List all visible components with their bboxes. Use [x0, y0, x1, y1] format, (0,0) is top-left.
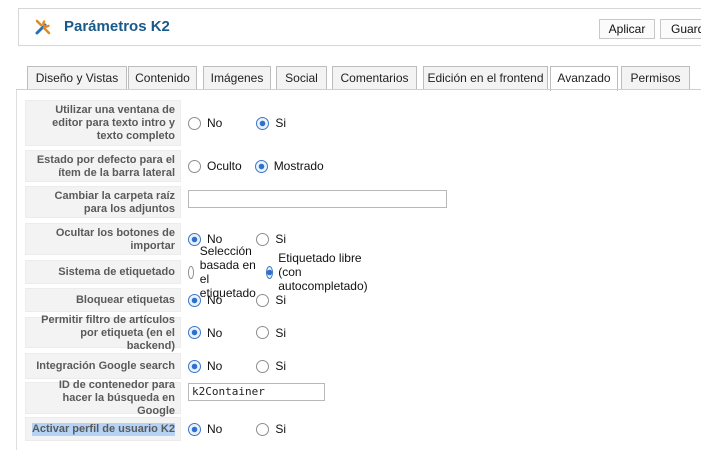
tab-edicion-frontend[interactable]: Edición en el frontend [423, 66, 548, 89]
radio-si[interactable] [256, 326, 270, 339]
option-si[interactable]: Si [256, 359, 286, 373]
setting-label: Integración Google search [25, 353, 181, 379]
setting-label: Estado por defecto para el ítem de la ba… [25, 150, 181, 182]
radio-free-tagging-selected[interactable] [266, 265, 274, 279]
tab-permisos[interactable]: Permisos [621, 66, 690, 89]
option-free-tagging[interactable]: Etiquetado libre (con autocompletado) [266, 251, 373, 293]
tab-contenido[interactable]: Contenido [128, 66, 197, 89]
option-no[interactable]: No [188, 116, 222, 130]
radio-group-editor-window: No Si [188, 100, 286, 146]
radio-si[interactable] [256, 422, 270, 436]
option-si[interactable]: Si [256, 293, 286, 307]
option-no[interactable]: No [188, 293, 222, 307]
toolbar-header: Parámetros K2 Aplicar Guard [18, 8, 701, 46]
setting-label: Ocultar los botones de importar [25, 223, 181, 255]
radio-no-selected[interactable] [188, 359, 201, 373]
google-container-input[interactable]: k2Container [188, 383, 325, 401]
radio-si-selected[interactable] [256, 116, 270, 130]
radio-no-selected[interactable] [188, 422, 201, 436]
setting-label: Permitir filtro de artículos por etiquet… [25, 314, 181, 352]
option-no[interactable]: No [188, 359, 222, 373]
radio-no-selected[interactable] [188, 293, 201, 307]
setting-label: Cambiar la carpeta raíz para los adjunto… [25, 186, 181, 218]
setting-label: Bloquear etiquetas [25, 288, 181, 312]
tools-icon [35, 19, 51, 35]
tab-avanzado[interactable]: Avanzado [550, 66, 618, 91]
radio-no-selected[interactable] [188, 326, 201, 339]
setting-label: ID de contenedor para hacer la búsqueda … [25, 379, 181, 417]
page-title: Parámetros K2 [64, 18, 170, 35]
option-oculto[interactable]: Oculto [188, 159, 242, 173]
option-no[interactable]: No [188, 422, 222, 436]
tab-comentarios[interactable]: Comentarios [332, 66, 417, 89]
apply-button[interactable]: Aplicar [599, 19, 655, 39]
radio-si[interactable] [256, 293, 270, 307]
attachments-folder-input[interactable] [188, 190, 447, 208]
radio-group-google-search: No Si [188, 353, 286, 379]
radio-group-tag-filter: No Si [188, 317, 286, 348]
option-si[interactable]: Si [256, 326, 286, 340]
option-no[interactable]: No [188, 326, 222, 340]
option-mostrado[interactable]: Mostrado [254, 159, 324, 173]
setting-label: Sistema de etiquetado [25, 260, 181, 284]
settings-panel: Utilizar una ventana de editor para text… [16, 90, 701, 450]
radio-si[interactable] [256, 359, 270, 373]
radio-group-sidebar-state: Oculto Mostrado [188, 150, 324, 182]
radio-no[interactable] [188, 116, 201, 130]
setting-label: Utilizar una ventana de editor para text… [25, 100, 181, 146]
radio-oculto[interactable] [188, 159, 201, 173]
tab-social[interactable]: Social [276, 66, 327, 89]
tab-imagenes[interactable]: Imágenes [203, 66, 271, 89]
radio-group-tagging-system: Selección basada en el etiquetado Etique… [188, 244, 373, 300]
tab-diseno-y-vistas[interactable]: Diseño y Vistas [27, 66, 127, 89]
option-si[interactable]: Si [256, 116, 286, 130]
radio-mostrado-selected[interactable] [254, 159, 268, 173]
radio-group-lock-tags: No Si [188, 288, 286, 312]
radio-tag-selection[interactable] [188, 265, 194, 279]
radio-group-user-profile: No Si [188, 417, 286, 441]
option-si[interactable]: Si [256, 422, 286, 436]
save-button[interactable]: Guard [660, 19, 701, 39]
setting-label: Activar perfil de usuario K2 [25, 417, 181, 441]
